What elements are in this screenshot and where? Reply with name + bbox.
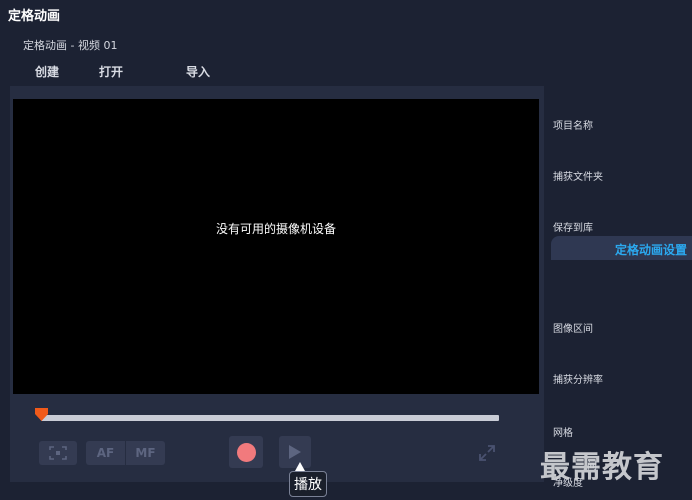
- save-to-library-label: 保存到库: [553, 223, 593, 234]
- no-camera-message: 没有可用的摄像机设备: [215, 222, 336, 236]
- project-name-label: 项目名称: [553, 121, 593, 132]
- window-title: 定格动画: [8, 9, 61, 24]
- watermark: 最需教育: [540, 450, 664, 485]
- play-tooltip: 播放: [289, 471, 327, 497]
- autofocus-button[interactable]: AF: [86, 441, 125, 465]
- record-icon: [236, 442, 256, 462]
- tooltip-pointer: [295, 462, 305, 471]
- timeline-slider[interactable]: [41, 415, 499, 421]
- fullscreen-icon[interactable]: [477, 443, 497, 463]
- camera-preview: 没有可用的摄像机设备: [13, 99, 539, 394]
- capture-folder-label: 捕获文件夹: [553, 172, 603, 183]
- grid-label: 网格: [553, 428, 573, 439]
- capture-resolution-label: 捕获分辨率: [553, 375, 603, 386]
- project-subtitle: 定格动画 - 视频 01: [23, 39, 118, 52]
- focus-button[interactable]: [39, 441, 77, 465]
- playhead-marker-icon[interactable]: [35, 408, 48, 421]
- stop-motion-settings-tab[interactable]: 定格动画设置: [551, 236, 692, 260]
- manual-focus-button[interactable]: MF: [126, 441, 165, 465]
- create-menu[interactable]: 创建: [35, 63, 59, 80]
- record-button[interactable]: [229, 436, 263, 468]
- import-menu[interactable]: 导入: [186, 63, 210, 80]
- image-duration-label: 图像区间: [553, 324, 593, 335]
- focus-frame-icon: [49, 446, 67, 460]
- open-menu[interactable]: 打开: [99, 63, 123, 80]
- settings-tab-label: 定格动画设置: [614, 243, 687, 257]
- play-icon: [289, 445, 301, 459]
